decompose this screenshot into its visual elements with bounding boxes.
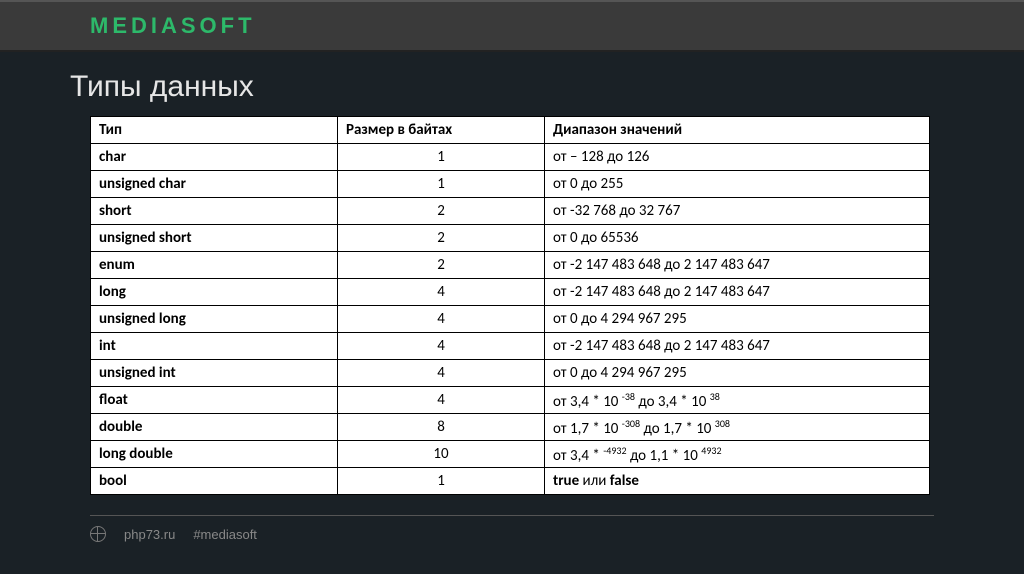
cell-size: 10: [338, 441, 545, 468]
cell-size: 1: [338, 468, 545, 495]
footer-site: php73.ru: [124, 527, 175, 542]
cell-range: от 0 до 255: [545, 171, 930, 198]
table-row: unsigned long4от 0 до 4 294 967 295: [91, 306, 930, 333]
cell-range: от 0 до 65536: [545, 225, 930, 252]
cell-size: 1: [338, 171, 545, 198]
cell-type: long: [91, 279, 338, 306]
header-type: Тип: [91, 117, 338, 144]
cell-range: от -32 768 до 32 767: [545, 198, 930, 225]
page-title: Типы данных: [70, 70, 1024, 104]
cell-type: unsigned char: [91, 171, 338, 198]
divider: [90, 515, 934, 516]
cell-type: double: [91, 414, 338, 441]
cell-type: short: [91, 198, 338, 225]
cell-type: long double: [91, 441, 338, 468]
cell-size: 1: [338, 144, 545, 171]
table-row: short2от -32 768 до 32 767: [91, 198, 930, 225]
table-row: unsigned int4от 0 до 4 294 967 295: [91, 360, 930, 387]
cell-size: 4: [338, 387, 545, 414]
header-bar: MEDIASOFT: [0, 0, 1024, 52]
table-header-row: Тип Размер в байтах Диапазон значений: [91, 117, 930, 144]
cell-range: от 0 до 4 294 967 295: [545, 360, 930, 387]
cell-size: 4: [338, 360, 545, 387]
cell-range: от – 128 до 126: [545, 144, 930, 171]
cell-size: 4: [338, 279, 545, 306]
logo: MEDIASOFT: [90, 13, 256, 39]
cell-type: unsigned int: [91, 360, 338, 387]
cell-size: 4: [338, 333, 545, 360]
cell-range: true или false: [545, 468, 930, 495]
data-types-table: Тип Размер в байтах Диапазон значений ch…: [90, 116, 930, 495]
cell-range: от -2 147 483 648 до 2 147 483 647: [545, 252, 930, 279]
header-size: Размер в байтах: [338, 117, 545, 144]
cell-size: 2: [338, 252, 545, 279]
table-row: int4от -2 147 483 648 до 2 147 483 647: [91, 333, 930, 360]
table-row: bool1true или false: [91, 468, 930, 495]
cell-type: enum: [91, 252, 338, 279]
cell-range: от 3,4 * 10 -38 до 3,4 * 10 38: [545, 387, 930, 414]
cell-range: от -2 147 483 648 до 2 147 483 647: [545, 279, 930, 306]
cell-type: int: [91, 333, 338, 360]
cell-type: float: [91, 387, 338, 414]
cell-range: от 0 до 4 294 967 295: [545, 306, 930, 333]
table-row: long double10от 3,4 * -4932 до 1,1 * 10 …: [91, 441, 930, 468]
table-row: double8от 1,7 * 10 -308 до 1,7 * 10 308: [91, 414, 930, 441]
table-container: Тип Размер в байтах Диапазон значений ch…: [90, 116, 930, 495]
table-row: long4от -2 147 483 648 до 2 147 483 647: [91, 279, 930, 306]
cell-range: от -2 147 483 648 до 2 147 483 647: [545, 333, 930, 360]
cell-type: unsigned short: [91, 225, 338, 252]
cell-size: 8: [338, 414, 545, 441]
cell-size: 2: [338, 225, 545, 252]
table-row: unsigned short2от 0 до 65536: [91, 225, 930, 252]
cell-size: 4: [338, 306, 545, 333]
cell-range: от 3,4 * -4932 до 1,1 * 10 4932: [545, 441, 930, 468]
footer: php73.ru #mediasoft: [90, 526, 1024, 542]
header-range: Диапазон значений: [545, 117, 930, 144]
cell-type: char: [91, 144, 338, 171]
cell-type: bool: [91, 468, 338, 495]
globe-icon: [90, 526, 106, 542]
table-row: unsigned char1от 0 до 255: [91, 171, 930, 198]
footer-hashtag: #mediasoft: [193, 527, 257, 542]
table-row: float4от 3,4 * 10 -38 до 3,4 * 10 38: [91, 387, 930, 414]
cell-range: от 1,7 * 10 -308 до 1,7 * 10 308: [545, 414, 930, 441]
table-row: enum2от -2 147 483 648 до 2 147 483 647: [91, 252, 930, 279]
cell-type: unsigned long: [91, 306, 338, 333]
table-row: char1от – 128 до 126: [91, 144, 930, 171]
cell-size: 2: [338, 198, 545, 225]
